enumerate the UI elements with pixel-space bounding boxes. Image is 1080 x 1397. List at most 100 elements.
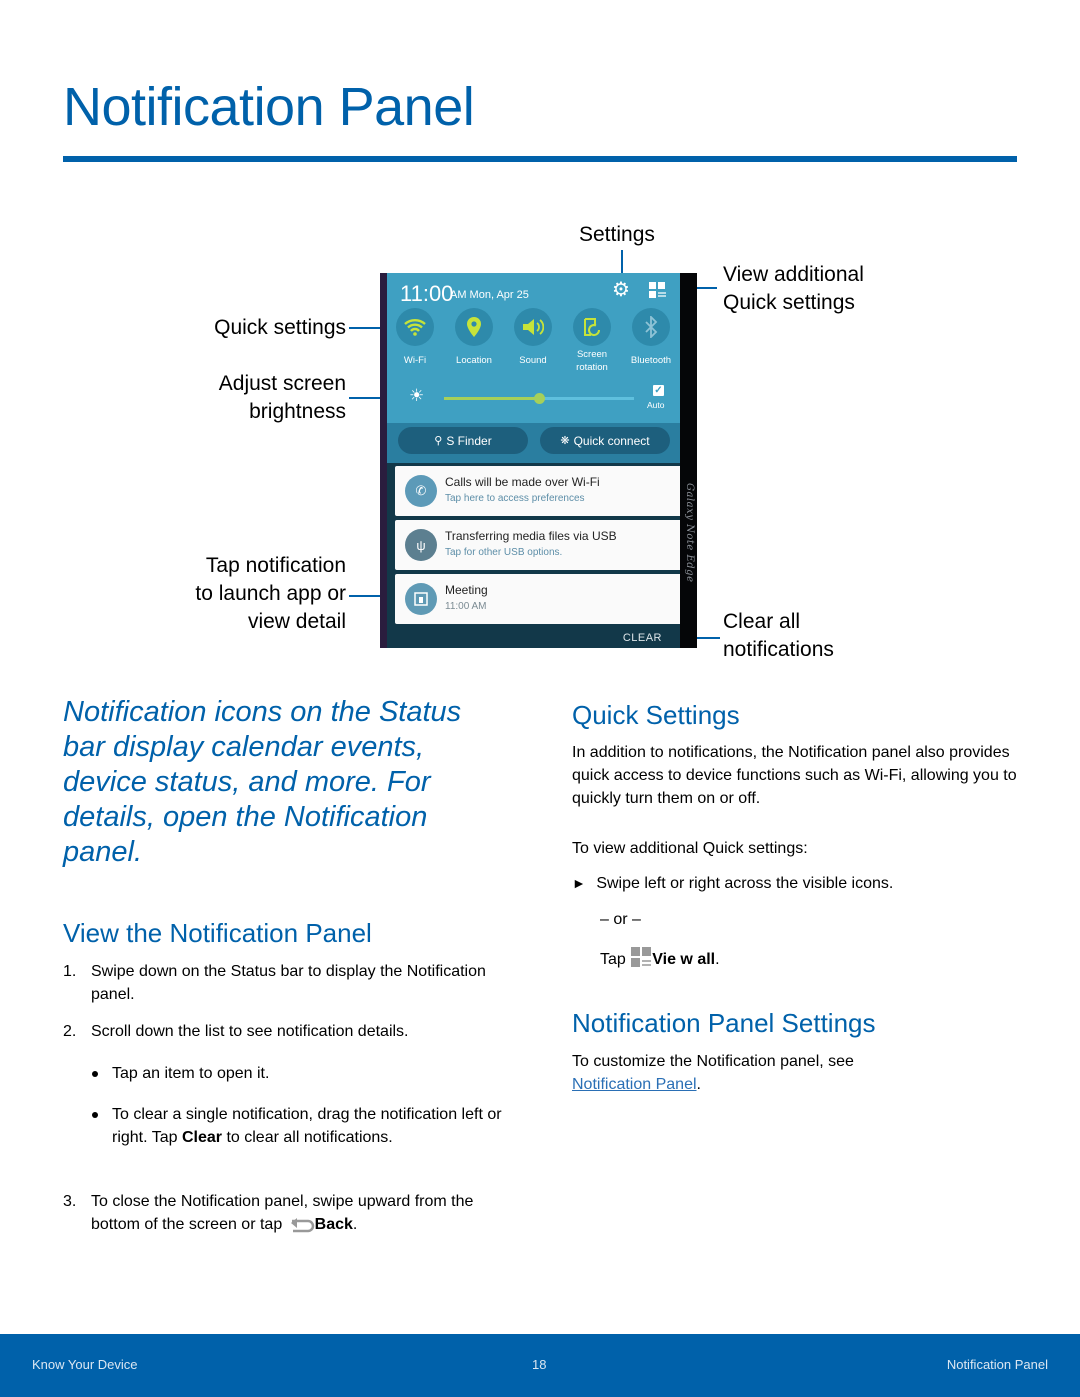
calendar-icon bbox=[405, 583, 437, 615]
callout-text-line: brightness bbox=[249, 400, 346, 423]
quick-settings-paragraph: In addition to notifications, the Notifi… bbox=[572, 744, 1017, 807]
auto-brightness-label: Auto bbox=[647, 400, 665, 410]
callout-tap-notification: Tap notification to launch app or view d… bbox=[130, 552, 346, 636]
text-run: . bbox=[715, 951, 720, 968]
notification-title: Meeting bbox=[445, 583, 488, 597]
quick-setting-location[interactable]: Location bbox=[444, 308, 504, 367]
bullet-dot bbox=[92, 1112, 98, 1118]
callout-text-line: Adjust screen bbox=[218, 372, 346, 395]
footer: Know Your Device 18 Notification Panel bbox=[0, 1334, 1080, 1397]
quick-setting-label: Screen rotation bbox=[576, 349, 608, 373]
usb-icon: ψ bbox=[405, 529, 437, 561]
notification-item[interactable]: ✆ Calls will be made over Wi-Fi Tap here… bbox=[395, 466, 685, 516]
callout-text-line: Quick settings bbox=[723, 291, 855, 314]
search-icon: ⚲ bbox=[434, 435, 443, 447]
callout-view-additional: View additional Quick settings bbox=[723, 261, 864, 317]
view-all-icon bbox=[631, 947, 652, 967]
quick-setting-wifi[interactable]: Wi-Fi bbox=[385, 308, 445, 367]
view-all-grid-icon[interactable] bbox=[649, 282, 667, 298]
text-run: . bbox=[696, 1076, 701, 1093]
brightness-slider-thumb[interactable] bbox=[534, 393, 545, 404]
notification-title: Transferring media files via USB bbox=[445, 529, 617, 543]
step-text: Scroll down the list to see notification… bbox=[91, 1023, 409, 1040]
screen-rotation-icon bbox=[573, 308, 611, 346]
intro-text: Notification icons on the Status bar dis… bbox=[63, 696, 462, 868]
tap-view-all: Tap Vie w all. bbox=[600, 946, 720, 971]
callout-settings: Settings bbox=[579, 223, 655, 246]
callout-text-line: view detail bbox=[247, 610, 346, 633]
quick-setting-bluetooth[interactable]: Bluetooth bbox=[621, 308, 681, 367]
callout-text-line: Tap notification bbox=[205, 554, 346, 577]
quick-setting-screen-rotation[interactable]: Screen rotation bbox=[562, 308, 622, 374]
quick-connect-button[interactable]: ❋ Quick connect bbox=[540, 427, 670, 454]
callout-text-line: View additional bbox=[723, 263, 864, 286]
bullet-1: Tap an item to open it. bbox=[92, 1062, 502, 1085]
status-time: 11:00 bbox=[400, 281, 454, 306]
back-icon bbox=[290, 1218, 314, 1233]
s-finder-label: S Finder bbox=[446, 433, 492, 448]
sound-icon bbox=[514, 308, 552, 346]
bold-view-all: Vie w all bbox=[652, 951, 716, 968]
step-3: 3. To close the Notification panel, swip… bbox=[63, 1190, 503, 1236]
page-title: Notification Panel bbox=[63, 77, 475, 137]
notification-subtitle: 11:00 AM bbox=[445, 601, 487, 612]
footer-section: Know Your Device bbox=[32, 1357, 138, 1372]
notification-subtitle: Tap here to access preferences bbox=[445, 493, 585, 504]
text-run: To customize the Notification panel, see bbox=[572, 1053, 854, 1070]
step-number: 1. bbox=[63, 963, 77, 980]
callout-clear-all: Clear all notifications bbox=[723, 608, 834, 664]
page-number: 18 bbox=[532, 1357, 547, 1372]
bold-clear: Clear bbox=[181, 1129, 222, 1146]
notification-item[interactable]: ψ Transferring media files via USB Tap f… bbox=[395, 520, 685, 570]
notification-item[interactable]: Meeting 11:00 AM bbox=[395, 574, 685, 624]
swipe-text: Swipe left or right across the visible i… bbox=[596, 875, 894, 892]
auto-brightness-icon: ☀ bbox=[409, 386, 425, 405]
quick-setting-sound[interactable]: Sound bbox=[503, 308, 563, 367]
callout-adjust-brightness: Adjust screen brightness bbox=[150, 370, 346, 426]
wifi-icon bbox=[396, 308, 434, 346]
quick-settings-area: 11:00 AM Mon, Apr 25 ⚙ Wi-Fi Location So… bbox=[387, 273, 680, 423]
step-number: 3. bbox=[63, 1193, 77, 1210]
panel-settings-paragraph: To customize the Notification panel, see… bbox=[572, 1050, 1012, 1096]
status-date: AM Mon, Apr 25 bbox=[450, 289, 529, 301]
text-run: Tap bbox=[600, 951, 631, 968]
bullet-dot bbox=[92, 1071, 98, 1077]
notification-list: ✆ Calls will be made over Wi-Fi Tap here… bbox=[387, 463, 685, 648]
panel-button-row: ⚲ S Finder ❋ Quick connect bbox=[387, 423, 680, 463]
notification-panel-screenshot: 11:00 AM Mon, Apr 25 ⚙ Wi-Fi Location So… bbox=[380, 273, 697, 648]
location-icon bbox=[455, 308, 493, 346]
quick-connect-label: Quick connect bbox=[573, 433, 650, 448]
edge-label: Galaxy Note Edge bbox=[684, 483, 695, 583]
heading-view-panel: View the Notification Panel bbox=[63, 918, 372, 948]
bullet-2: To clear a single notification, drag the… bbox=[92, 1103, 502, 1149]
bluetooth-icon bbox=[632, 308, 670, 346]
brightness-slider-fill bbox=[444, 397, 539, 400]
notification-panel-link[interactable]: Notification Panel bbox=[572, 1076, 697, 1093]
heading-panel-settings: Notification Panel Settings bbox=[572, 1008, 876, 1038]
notification-subtitle: Tap for other USB options. bbox=[445, 547, 563, 558]
to-view-text: To view additional Quick settings: bbox=[572, 840, 808, 857]
text-run: . bbox=[352, 1216, 358, 1233]
gear-icon[interactable]: ⚙ bbox=[612, 280, 632, 300]
title-divider bbox=[63, 156, 1017, 162]
quick-setting-label: Wi-Fi bbox=[403, 355, 427, 366]
step-number: 2. bbox=[63, 1023, 77, 1040]
s-finder-button[interactable]: ⚲ S Finder bbox=[398, 427, 528, 454]
wifi-calling-icon: ✆ bbox=[405, 475, 437, 507]
quick-setting-label: Bluetooth bbox=[630, 355, 672, 366]
quick-setting-label: Location bbox=[456, 355, 492, 366]
clear-button[interactable]: CLEAR bbox=[623, 632, 662, 644]
heading-quick-settings: Quick Settings bbox=[572, 700, 740, 730]
text-run: to clear all notifications. bbox=[222, 1129, 393, 1146]
bullet-text: To clear a single notification, drag the… bbox=[112, 1103, 502, 1149]
bullet-text: Tap an item to open it. bbox=[112, 1065, 270, 1082]
callout-text-line: notifications bbox=[723, 638, 834, 661]
bold-back: Back bbox=[314, 1216, 353, 1233]
or-separator: – or – bbox=[600, 911, 641, 928]
arrow-bullet-icon: ► bbox=[572, 875, 586, 891]
notification-title: Calls will be made over Wi-Fi bbox=[445, 475, 600, 489]
brightness-slider[interactable] bbox=[444, 393, 634, 404]
quick-setting-label: Sound bbox=[519, 355, 547, 366]
auto-brightness-checkbox[interactable]: ✓ bbox=[653, 385, 664, 396]
swipe-instruction: ► Swipe left or right across the visible… bbox=[572, 872, 893, 895]
